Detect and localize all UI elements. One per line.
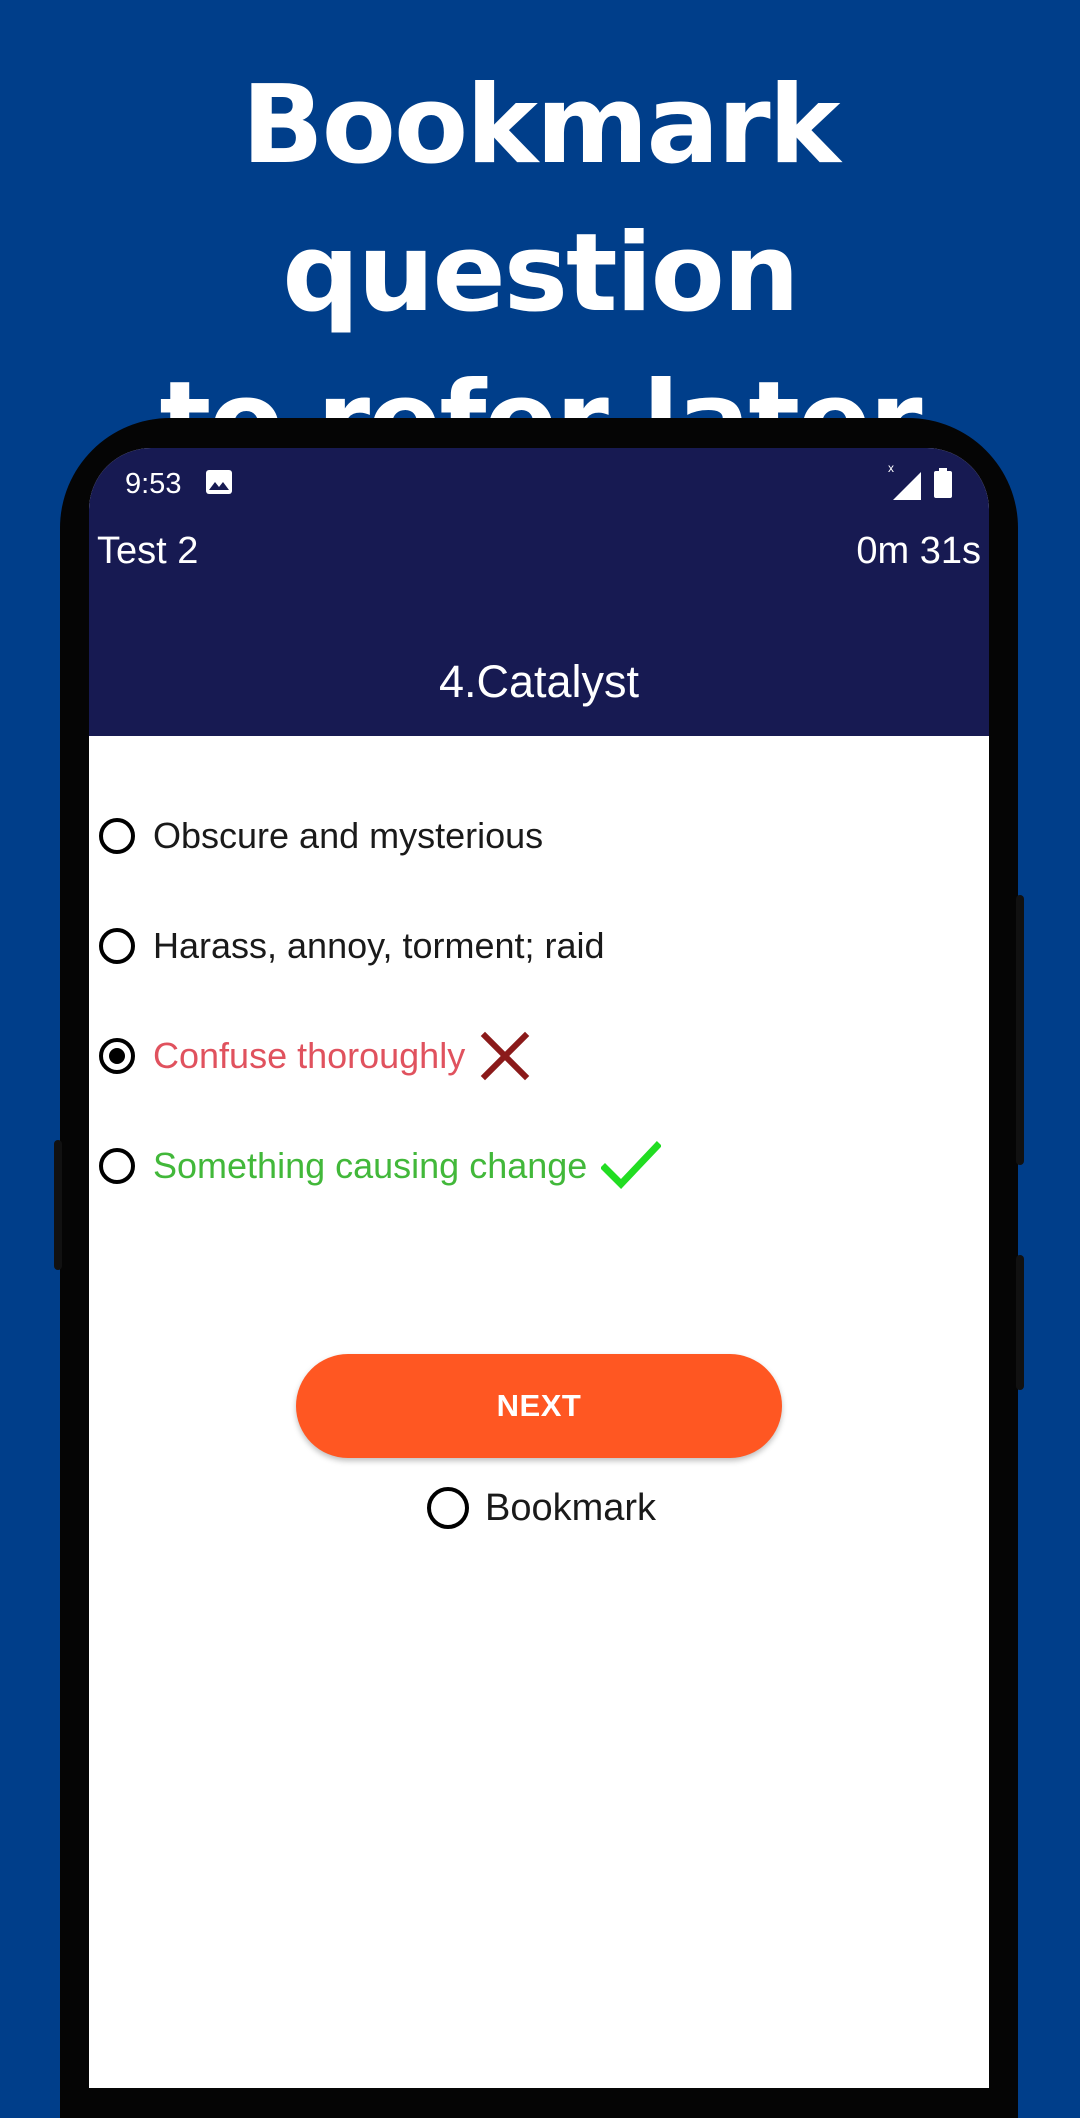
app-bar: 9:53 x Test 2 0m 31s 4.Catalyst (89, 448, 989, 736)
radio-button[interactable] (99, 818, 135, 854)
answer-option-3[interactable]: Confuse thoroughly (99, 1026, 531, 1086)
signal-icon: x (888, 462, 921, 500)
answer-option-2[interactable]: Harass, annoy, torment; raid (99, 916, 605, 976)
option-label: Obscure and mysterious (153, 815, 544, 856)
image-icon (206, 470, 232, 494)
answer-option-4[interactable]: Something causing change (99, 1136, 662, 1196)
option-label-correct: Something causing change (153, 1145, 588, 1186)
promo-headline-line-1: Bookmark question (241, 63, 840, 336)
battery-icon (934, 468, 952, 498)
option-label: Harass, annoy, torment; raid (153, 925, 605, 966)
bookmark-label: Bookmark (485, 1486, 657, 1529)
option-label-wrong: Confuse thoroughly (153, 1035, 466, 1076)
test-timer: 0m 31s (856, 530, 981, 572)
answer-option-1[interactable]: Obscure and mysterious (99, 806, 543, 866)
check-icon (601, 1141, 662, 1190)
test-title: Test 2 (97, 530, 199, 572)
phone-side-button-right-upper (1016, 895, 1024, 1165)
bookmark-radio[interactable] (427, 1487, 469, 1529)
phone-side-button-left (54, 1140, 62, 1270)
radio-button-selected[interactable] (99, 1038, 135, 1074)
phone-screen: 9:53 x Test 2 0m 31s 4.Catalyst Obscure … (89, 448, 989, 2088)
bookmark-toggle[interactable]: Bookmark (427, 1478, 656, 1538)
radio-button[interactable] (99, 928, 135, 964)
next-button[interactable]: NEXT (296, 1354, 782, 1458)
radio-button[interactable] (99, 1148, 135, 1184)
question-title: 4.Catalyst (438, 656, 640, 707)
phone-side-button-right-lower (1016, 1255, 1024, 1390)
status-time: 9:53 (125, 468, 182, 500)
svg-text:x: x (888, 462, 894, 475)
cross-icon (480, 1031, 530, 1081)
